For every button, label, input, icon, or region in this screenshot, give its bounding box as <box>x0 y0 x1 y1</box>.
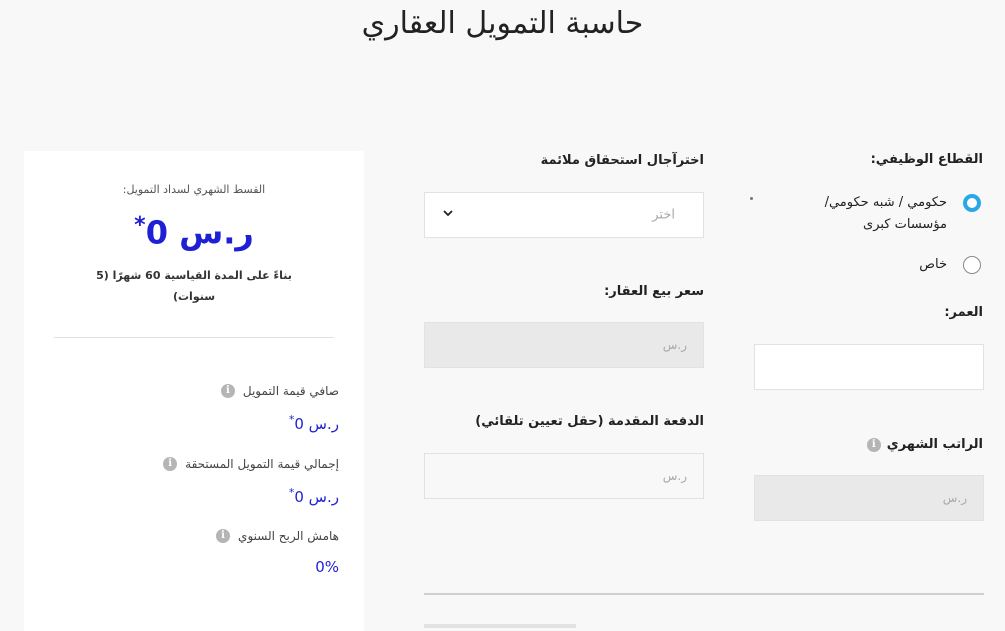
age-label: العمر: <box>944 305 983 320</box>
term-placeholder: اختر <box>652 207 675 223</box>
net-label: صافي قيمة التمويل <box>242 384 339 398</box>
form-divider <box>424 593 984 595</box>
chevron-down-icon[interactable] <box>442 207 454 219</box>
price-label: سعر بيع العقار: <box>604 284 704 299</box>
margin-label: هامش الربح السنوي <box>238 529 339 543</box>
net-amount: ر.س 0 <box>294 415 339 433</box>
margin-value: 0% <box>315 558 339 576</box>
button-edge[interactable] <box>424 624 576 628</box>
info-icon[interactable]: i <box>220 384 235 398</box>
total-value: ر.س 0* <box>289 486 339 506</box>
salary-label-row: الراتب الشهري i <box>866 437 983 452</box>
decorative-dot <box>750 197 753 200</box>
info-icon[interactable]: i <box>866 437 881 452</box>
monthly-value: ر.س 0* <box>24 213 364 252</box>
total-label: إجمالي قيمة التمويل المستحقة <box>185 457 339 471</box>
price-placeholder: ر.س <box>662 338 687 352</box>
term-label: اخترآجال استحقاق ملائمة <box>540 153 704 168</box>
page-title: حاسبة التمويل العقاري <box>361 6 644 41</box>
sector-label: القطاع الوظيفي: <box>870 152 983 167</box>
total-label-row: إجمالي قيمة التمويل المستحقة i <box>163 457 339 471</box>
net-value: ر.س 0* <box>289 413 339 433</box>
margin-label-row: هامش الربح السنوي i <box>216 529 339 543</box>
net-label-row: صافي قيمة التمويل i <box>220 384 339 398</box>
term-select[interactable]: اختر <box>424 192 704 238</box>
info-icon[interactable]: i <box>216 529 231 543</box>
down-payment-input[interactable]: ر.س <box>424 453 704 499</box>
summary-card: القسط الشهري لسداد التمويل: ر.س 0* بناءً… <box>24 151 364 631</box>
card-divider <box>54 337 334 338</box>
radio-private-label[interactable]: خاص <box>919 254 947 276</box>
monthly-amount: ر.س 0 <box>145 213 254 252</box>
age-input[interactable] <box>754 344 984 390</box>
radio-private[interactable] <box>963 256 981 274</box>
radio-government[interactable] <box>963 194 981 212</box>
monthly-star: * <box>134 213 146 238</box>
monthly-label: القسط الشهري لسداد التمويل: <box>122 183 266 196</box>
radio-government-label[interactable]: حكومي / شبه حكومي/ مؤسسات كبرى <box>807 192 947 236</box>
basis-note: بناءً على المدة القياسية 60 شهرًا (5 سنو… <box>96 269 292 303</box>
down-payment-label: الدفعة المقدمة (حقل تعيين تلقائي) <box>475 414 704 429</box>
salary-label: الراتب الشهري <box>886 437 983 452</box>
info-icon[interactable]: i <box>163 457 178 471</box>
total-amount: ر.س 0 <box>294 488 339 506</box>
salary-input: ر.س <box>754 475 984 521</box>
salary-placeholder: ر.س <box>942 491 967 505</box>
down-payment-placeholder: ر.س <box>662 469 687 483</box>
price-input: ر.س <box>424 322 704 368</box>
